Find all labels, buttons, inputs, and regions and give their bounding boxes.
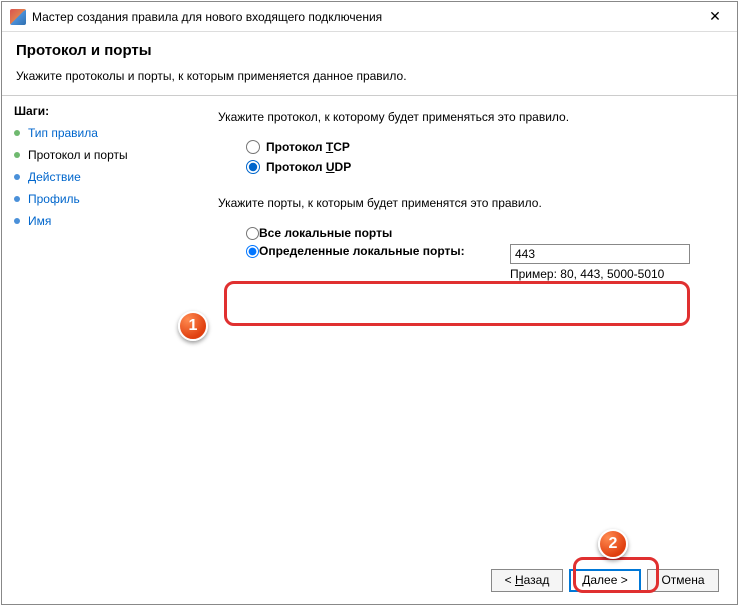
window-title: Мастер создания правила для нового входя… [32, 10, 695, 24]
bullet-icon [14, 218, 20, 224]
port-input-col: Пример: 80, 443, 5000-5010 [510, 244, 707, 281]
close-button[interactable]: ✕ [695, 3, 735, 31]
cancel-button[interactable]: Отмена [647, 569, 719, 592]
step-label: Действие [28, 170, 81, 184]
bullet-icon [14, 196, 20, 202]
radio-tcp-label: Протокол TCP [266, 140, 350, 154]
page-description: Укажите протоколы и порты, к которым при… [16, 69, 723, 83]
radio-all-ports-row[interactable]: Все локальные порты [246, 226, 707, 240]
radio-tcp-row[interactable]: Протокол TCP [246, 140, 707, 154]
footer: < ННазадазад Далее >Далее Отмена [2, 556, 737, 604]
ports-prompt: Укажите порты, к которым будет применятс… [218, 196, 707, 210]
body: Шаги: Тип правила Протокол и порты Дейст… [2, 96, 737, 556]
annotation-badge-2: 2 [598, 529, 628, 559]
step-profile[interactable]: Профиль [14, 192, 186, 206]
step-action[interactable]: Действие [14, 170, 186, 184]
radio-udp-row[interactable]: Протокол UDP [246, 160, 707, 174]
back-button[interactable]: < ННазадазад [491, 569, 563, 592]
radio-all-ports[interactable] [246, 227, 259, 240]
step-name[interactable]: Имя [14, 214, 186, 228]
step-label: Профиль [28, 192, 80, 206]
titlebar: Мастер создания правила для нового входя… [2, 2, 737, 32]
ports-radio-group: Все локальные порты Определенные локальн… [246, 226, 707, 281]
step-protocol-ports[interactable]: Протокол и порты [14, 148, 186, 162]
bullet-icon [14, 130, 20, 136]
radio-all-ports-label: Все локальные порты [259, 226, 392, 240]
radio-specific-ports[interactable] [246, 245, 259, 258]
radio-specific-ports-label: Определенные локальные порты: [259, 244, 465, 258]
header: Протокол и порты Укажите протоколы и пор… [2, 32, 737, 96]
step-label: Протокол и порты [28, 148, 128, 162]
bullet-icon [14, 152, 20, 158]
radio-specific-ports-row: Определенные локальные порты: Пример: 80… [246, 244, 707, 281]
radio-tcp[interactable] [246, 140, 260, 154]
radio-udp[interactable] [246, 160, 260, 174]
protocol-prompt: Укажите протокол, к которому будет приме… [218, 110, 707, 124]
wizard-window: Мастер создания правила для нового входя… [1, 1, 738, 605]
annotation-badge-1: 1 [178, 311, 208, 341]
main-panel: Укажите протокол, к которому будет приме… [198, 96, 737, 556]
next-button[interactable]: Далее >Далее [569, 569, 641, 592]
radio-udp-label: Протокол UDP [266, 160, 351, 174]
specific-ports-label-col[interactable]: Определенные локальные порты: [246, 244, 492, 258]
port-example: Пример: 80, 443, 5000-5010 [510, 267, 707, 281]
page-title: Протокол и порты [16, 42, 723, 59]
protocol-radio-group: Протокол TCP Протокол UDP [246, 140, 707, 174]
bullet-icon [14, 174, 20, 180]
firewall-icon [10, 9, 26, 25]
port-input[interactable] [510, 244, 690, 264]
steps-title: Шаги: [14, 104, 186, 118]
step-rule-type[interactable]: Тип правила [14, 126, 186, 140]
step-label: Тип правила [28, 126, 98, 140]
steps-panel: Шаги: Тип правила Протокол и порты Дейст… [2, 96, 198, 556]
step-label: Имя [28, 214, 51, 228]
